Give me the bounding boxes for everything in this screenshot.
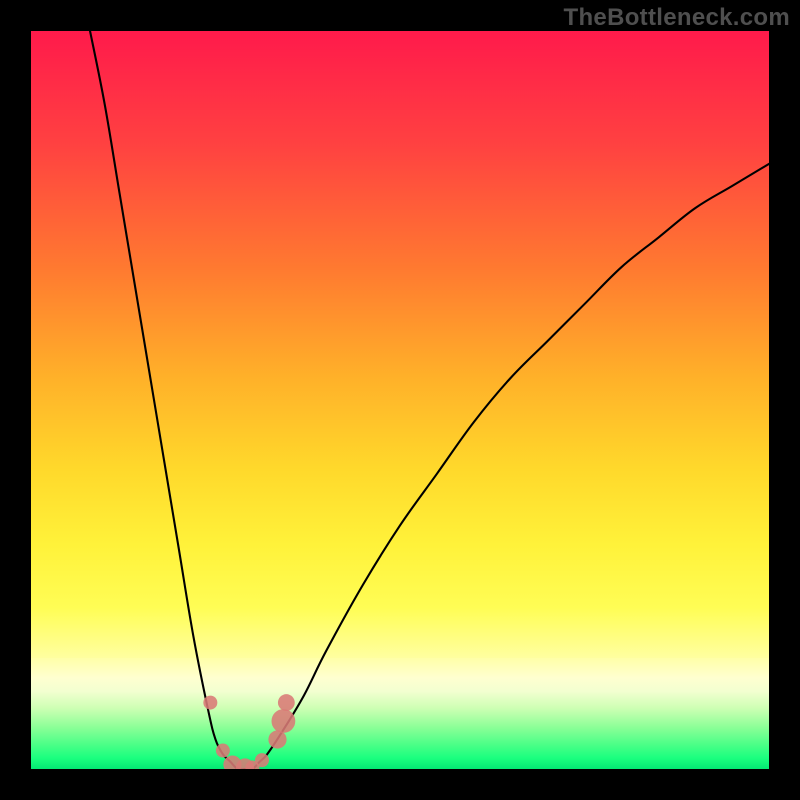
data-marker [278,694,295,711]
curve-left-branch [90,31,245,769]
data-marker [216,744,230,758]
curve-right-branch [245,164,769,769]
data-marker [203,696,217,710]
watermark-text: TheBottleneck.com [564,4,790,32]
curve-layer [31,31,769,769]
plot-area [31,31,769,769]
data-marker [255,753,269,767]
data-marker [271,709,295,733]
series-group [90,31,769,769]
chart-frame: TheBottleneck.com [0,0,800,800]
marker-group [203,694,295,769]
data-marker [268,730,286,748]
